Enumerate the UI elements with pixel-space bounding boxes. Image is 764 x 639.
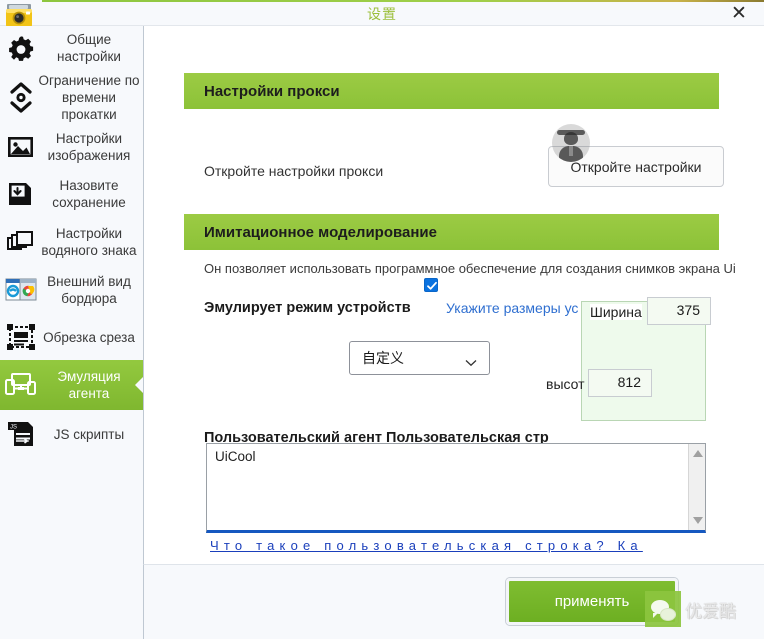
arrow-up-icon[interactable]: [693, 450, 703, 457]
crop-icon: [4, 320, 38, 354]
sidebar-item-time-limit[interactable]: Ограничение по времени прокатки: [0, 70, 143, 124]
emulation-description: Он позволяет использовать программное об…: [204, 261, 736, 276]
sidebar-item-label: Настройки водяного знака: [41, 226, 137, 258]
sidebar-item-label: Эмуляция агента: [57, 369, 121, 401]
settings-window: 设置 ✕ Общие настройки Ограничение по врем…: [0, 0, 764, 639]
specify-size-link[interactable]: Укажите размеры ус: [446, 300, 601, 316]
sidebar-item-js-scripts[interactable]: JS JS скрипты: [0, 410, 143, 458]
browsers-icon: [4, 273, 38, 307]
title-accent-line: [42, 0, 764, 2]
title-bar: 设置 ✕: [0, 0, 764, 27]
device-mode-checkbox[interactable]: [424, 278, 438, 292]
js-script-icon: JS: [4, 417, 38, 451]
windows-stack-icon: [4, 225, 38, 259]
height-input[interactable]: 812: [588, 369, 652, 397]
footer-bar: применять: [143, 564, 764, 639]
user-agent-help-link[interactable]: Что такое пользовательская строка? Ка: [210, 538, 764, 553]
sidebar-item-label: Внешний вид бордюра: [47, 274, 131, 306]
width-input[interactable]: 375: [647, 297, 711, 325]
device-preset-value: 自定义: [362, 350, 404, 366]
close-icon[interactable]: ✕: [724, 2, 754, 24]
sidebar: Общие настройки Ограничение по времени п…: [0, 26, 144, 639]
arrow-down-icon[interactable]: [693, 517, 703, 524]
emulation-section-header: Имитационное моделирование: [184, 214, 719, 250]
proxy-row-label: Откройте настройки прокси: [204, 163, 384, 179]
sidebar-item-label: Назовите сохранение: [52, 178, 126, 210]
window-title: 设置: [367, 6, 397, 22]
sidebar-item-label: Настройки изображения: [47, 131, 131, 163]
height-label: высот: [546, 376, 585, 392]
chevron-down-icon: [465, 354, 477, 370]
image-icon: [4, 130, 38, 164]
sidebar-list: Общие настройки Ограничение по времени п…: [0, 26, 144, 458]
main-content: Настройки прокси Откройте настройки прок…: [143, 26, 764, 564]
sidebar-item-watermark-settings[interactable]: Настройки водяного знака: [0, 218, 143, 266]
user-agent-value: UiCool: [215, 449, 256, 464]
sidebar-item-border-appearance[interactable]: Внешний вид бордюра: [0, 266, 143, 314]
sidebar-item-image-settings[interactable]: Настройки изображения: [0, 124, 143, 170]
sidebar-item-label: JS скрипты: [53, 426, 125, 442]
sidebar-item-general-settings[interactable]: Общие настройки: [0, 26, 143, 70]
sidebar-item-agent-emulation[interactable]: Эмуляция агента: [0, 360, 144, 410]
device-mode-label: Эмулирует режим устройств: [204, 300, 411, 316]
sidebar-item-label: Общие настройки: [57, 32, 121, 64]
open-proxy-settings-button[interactable]: Откройте настройки: [548, 146, 724, 187]
sidebar-item-crop-slice[interactable]: Обрезка среза: [0, 314, 143, 360]
checkmark-icon: [427, 281, 437, 290]
save-as-icon: [4, 177, 38, 211]
sidebar-item-label: Обрезка среза: [43, 329, 135, 345]
device-preset-select[interactable]: 自定义: [349, 341, 490, 375]
gear-icon: [4, 31, 38, 65]
svg-text:JS: JS: [10, 425, 17, 431]
user-agent-scrollbar[interactable]: [688, 444, 705, 530]
sidebar-item-label: Ограничение по времени прокатки: [38, 72, 140, 122]
sidebar-item-save-naming[interactable]: Назовите сохранение: [0, 170, 143, 218]
proxy-section-header: Настройки прокси: [184, 73, 719, 109]
width-label: Ширина: [590, 304, 642, 320]
spinner-updown-icon: [4, 80, 38, 114]
user-agent-textarea[interactable]: UiCool: [206, 443, 706, 533]
devices-icon: [4, 368, 38, 402]
apply-button[interactable]: применять: [506, 578, 678, 625]
